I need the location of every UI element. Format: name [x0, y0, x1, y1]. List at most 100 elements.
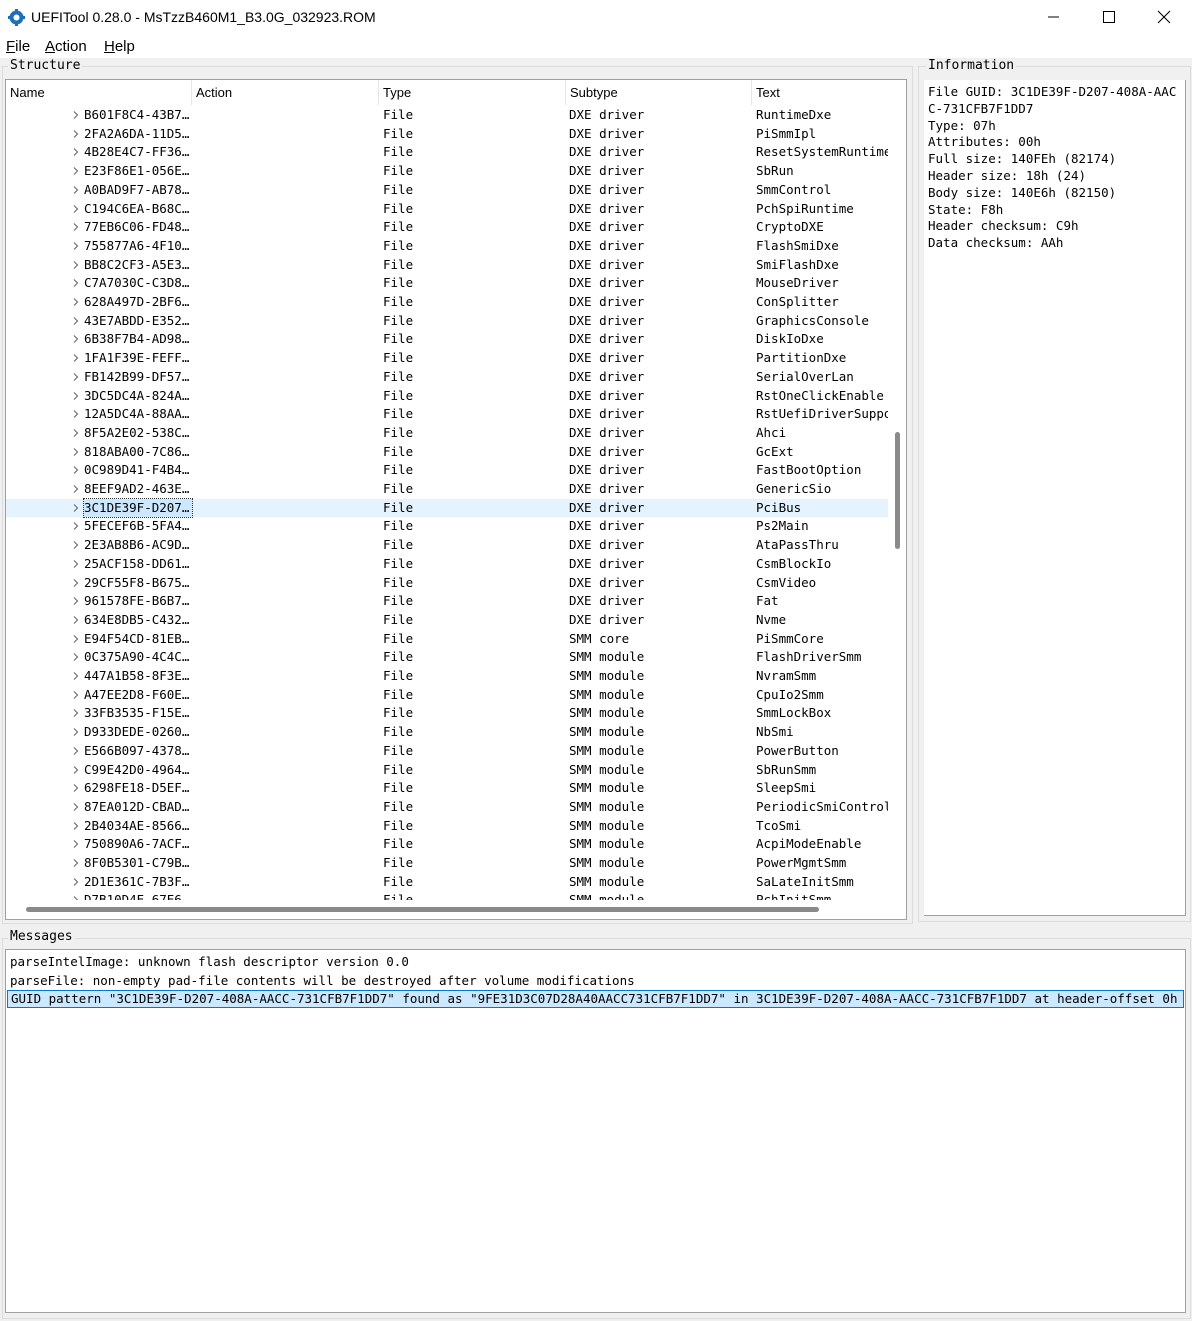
chevron-right-icon[interactable]: [72, 803, 80, 811]
chevron-right-icon[interactable]: [72, 429, 80, 437]
column-header-type[interactable]: Type: [379, 80, 566, 105]
column-header-name[interactable]: Name: [6, 80, 192, 105]
chevron-right-icon[interactable]: [72, 447, 80, 456]
tree-row[interactable]: D7B10D4E-67E6… File SMM module PchInitSmm: [6, 891, 888, 900]
tree-row[interactable]: B601F8C4-43B7… File DXE driver RuntimeDxe: [6, 106, 888, 125]
chevron-right-icon[interactable]: [72, 111, 80, 119]
tree-row[interactable]: 2E3AB8B6-AC9D… File DXE driver AtaPassThru: [6, 536, 888, 555]
chevron-right-icon[interactable]: [72, 634, 80, 643]
chevron-right-icon[interactable]: [72, 485, 80, 493]
chevron-right-icon[interactable]: [72, 223, 80, 232]
chevron-right-icon[interactable]: [72, 410, 80, 419]
chevron-right-icon[interactable]: [72, 859, 80, 867]
chevron-right-icon[interactable]: [72, 896, 80, 900]
tree-row[interactable]: BB8C2CF3-A5E3… File DXE driver SmiFlashDxe: [6, 256, 888, 275]
chevron-right-icon[interactable]: [72, 765, 80, 774]
chevron-right-icon[interactable]: [72, 840, 80, 849]
tree-row[interactable]: 1FA1F39E-FEFF… File DXE driver PartitionDxe: [6, 349, 888, 368]
chevron-right-icon[interactable]: [72, 167, 80, 175]
tree-row[interactable]: 634E8DB5-C432… File DXE driver Nvme: [6, 611, 888, 630]
vertical-scroll-thumb[interactable]: [895, 432, 900, 549]
column-header-subtype[interactable]: Subtype: [566, 80, 752, 105]
chevron-right-icon[interactable]: [72, 185, 80, 194]
chevron-right-icon[interactable]: [72, 821, 80, 830]
tree-row[interactable]: 8F0B5301-C79B… File SMM module PowerMgmtSmm: [6, 854, 888, 873]
chevron-right-icon[interactable]: [72, 335, 80, 344]
tree-row[interactable]: E94F54CD-81EB… File SMM core PiSmmCore: [6, 630, 888, 649]
chevron-right-icon[interactable]: [72, 709, 80, 718]
chevron-right-icon[interactable]: [72, 204, 80, 213]
chevron-right-icon[interactable]: [72, 298, 80, 306]
tree-row[interactable]: C99E42D0-4964… File SMM module SbRunSmm: [6, 761, 888, 780]
chevron-right-icon[interactable]: [72, 354, 80, 362]
tree-row[interactable]: 3DC5DC4A-824A… File DXE driver RstOneClickE…: [6, 387, 888, 406]
chevron-right-icon[interactable]: [72, 559, 80, 568]
column-header-action[interactable]: Action: [192, 80, 379, 105]
tree-row[interactable]: 2B4034AE-8566… File SMM module TcoSmi: [6, 817, 888, 836]
tree-row[interactable]: A47EE2D8-F60E… File SMM module CpuIo2Smm: [6, 686, 888, 705]
chevron-right-icon[interactable]: [72, 877, 80, 886]
message-line[interactable]: GUID pattern "3C1DE39F-D207-408A-AACC-73…: [7, 990, 1184, 1009]
menu-action[interactable]: Action: [45, 38, 87, 55]
chevron-right-icon[interactable]: [72, 616, 80, 624]
tree-row[interactable]: 818ABA00-7C86… File DXE driver GcExt: [6, 443, 888, 462]
tree-row[interactable]: 43E7ABDD-E352… File DXE driver GraphicsCons…: [6, 312, 888, 331]
chevron-right-icon[interactable]: [72, 260, 80, 269]
tree-row[interactable]: 3C1DE39F-D207… File DXE driver PciBus: [6, 497, 888, 519]
tree-row[interactable]: 4B28E4C7-FF36… File DXE driver ResetSystemR…: [6, 143, 888, 162]
tree-row[interactable]: A0BAD9F7-AB78… File DXE driver SmmControl: [6, 181, 888, 200]
menu-file[interactable]: File: [6, 38, 30, 55]
chevron-right-icon[interactable]: [72, 746, 80, 755]
chevron-right-icon[interactable]: [72, 522, 80, 531]
menu-help[interactable]: Help: [104, 38, 135, 55]
tree-row[interactable]: C194C6EA-B68C… File DXE driver PchSpiRuntim…: [6, 200, 888, 219]
message-line[interactable]: parseFile: non-empty pad-file contents w…: [7, 972, 1184, 990]
tree-row[interactable]: 8F5A2E02-538C… File DXE driver Ahci: [6, 424, 888, 443]
chevron-right-icon[interactable]: [72, 279, 80, 288]
information-panel[interactable]: File GUID: 3C1DE39F-D207-408A-AACC-731CF…: [924, 80, 1186, 916]
chevron-right-icon[interactable]: [72, 372, 80, 381]
chevron-right-icon[interactable]: [72, 672, 80, 680]
tree-row[interactable]: 12A5DC4A-88AA… File DXE driver RstUefiDrive…: [6, 405, 888, 424]
chevron-right-icon[interactable]: [72, 784, 80, 793]
chevron-right-icon[interactable]: [72, 391, 80, 400]
chevron-right-icon[interactable]: [72, 148, 80, 157]
tree-row[interactable]: 6B38F7B4-AD98… File DXE driver DiskIoDxe: [6, 330, 888, 349]
chevron-right-icon[interactable]: [72, 653, 80, 662]
chevron-right-icon[interactable]: [72, 690, 80, 699]
tree-row[interactable]: 750890A6-7ACF… File SMM module AcpiModeEnab…: [6, 835, 888, 854]
tree-row[interactable]: 0C375A90-4C4C… File SMM module FlashDriverS…: [6, 648, 888, 667]
structure-tree[interactable]: Name Action Type Subtype Text B601F8C4-4…: [5, 79, 907, 920]
chevron-right-icon[interactable]: [72, 466, 80, 475]
message-line[interactable]: parseIntelImage: unknown flash descripto…: [7, 953, 1184, 971]
tree-row[interactable]: 628A497D-2BF6… File DXE driver ConSplitter: [6, 293, 888, 312]
messages-list[interactable]: parseIntelImage: unknown flash descripto…: [5, 949, 1186, 1313]
tree-row[interactable]: 755877A6-4F10… File DXE driver FlashSmiDxe: [6, 237, 888, 256]
tree-row[interactable]: 447A1B58-8F3E… File SMM module NvramSmm: [6, 667, 888, 686]
tree-row[interactable]: 8EEF9AD2-463E… File DXE driver GenericSio: [6, 480, 888, 499]
chevron-right-icon[interactable]: [72, 129, 80, 138]
column-header-text[interactable]: Text: [752, 80, 888, 105]
tree-row[interactable]: 77EB6C06-FD48… File DXE driver CryptoDXE: [6, 218, 888, 237]
chevron-right-icon[interactable]: [72, 316, 80, 325]
tree-row[interactable]: 33FB3535-F15E… File SMM module SmmLockBox: [6, 704, 888, 723]
horizontal-scroll-thumb[interactable]: [26, 907, 819, 912]
tree-row[interactable]: 29CF55F8-B675… File DXE driver CsmVideo: [6, 574, 888, 593]
tree-row[interactable]: E23F86E1-056E… File DXE driver SbRun: [6, 162, 888, 181]
tree-row[interactable]: D933DEDE-0260… File SMM module NbSmi: [6, 723, 888, 742]
tree-row[interactable]: FB142B99-DF57… File DXE driver SerialOverLa…: [6, 368, 888, 387]
chevron-right-icon[interactable]: [72, 503, 80, 512]
tree-row[interactable]: 87EA012D-CBAD… File SMM module PeriodicSmiC…: [6, 798, 888, 817]
minimize-button[interactable]: [1026, 0, 1082, 34]
chevron-right-icon[interactable]: [72, 578, 80, 587]
tree-row[interactable]: 25ACF158-DD61… File DXE driver CsmBlockIo: [6, 555, 888, 574]
tree-vertical-scrollbar[interactable]: [891, 80, 905, 900]
chevron-right-icon[interactable]: [72, 597, 80, 606]
tree-row[interactable]: E566B097-4378… File SMM module PowerButton: [6, 742, 888, 761]
tree-row[interactable]: C7A7030C-C3D8… File DXE driver MouseDriver: [6, 274, 888, 293]
chevron-right-icon[interactable]: [72, 541, 80, 549]
tree-horizontal-scrollbar[interactable]: [6, 901, 905, 918]
close-button[interactable]: [1136, 0, 1192, 34]
tree-row[interactable]: 6298FE18-D5EF… File SMM module SleepSmi: [6, 779, 888, 798]
tree-row[interactable]: 961578FE-B6B7… File DXE driver Fat: [6, 592, 888, 611]
